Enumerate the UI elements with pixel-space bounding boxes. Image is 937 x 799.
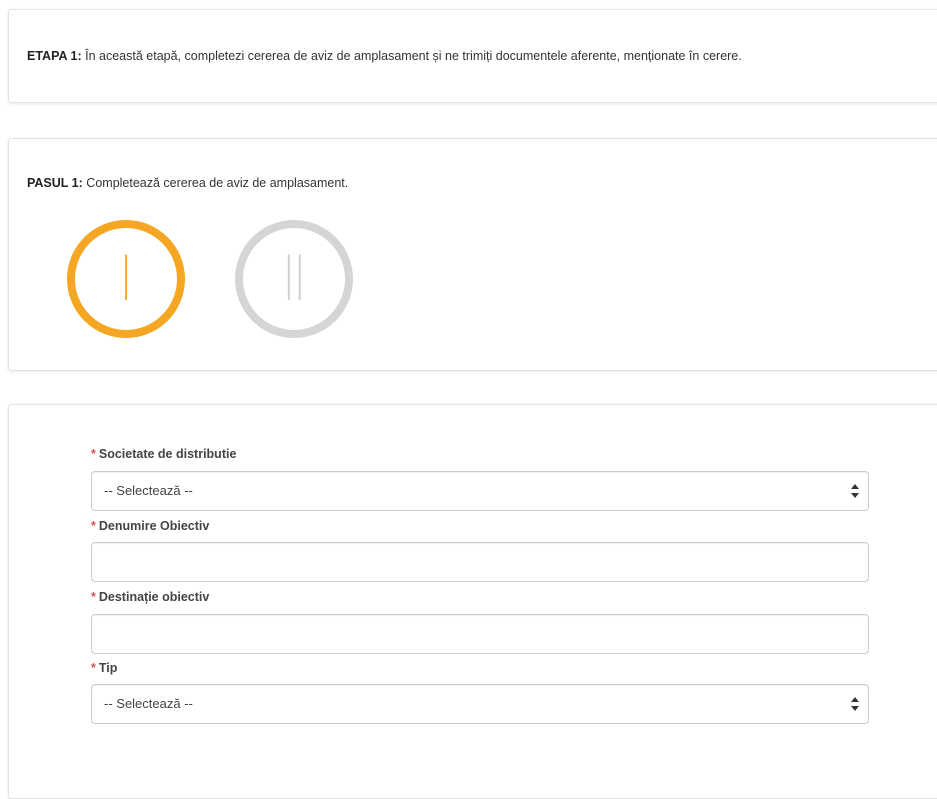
- required-mark: *: [91, 447, 96, 461]
- step-two-indicator[interactable]: II: [235, 220, 353, 338]
- pasul-panel: PASUL 1: Completează cererea de aviz de …: [8, 138, 937, 371]
- step-one-numeral: I: [120, 242, 132, 315]
- denumire-label: * Denumire Obiectiv: [91, 519, 210, 533]
- tip-label: * Tip: [91, 661, 118, 675]
- required-mark: *: [91, 519, 96, 533]
- pasul-description: PASUL 1: Completează cererea de aviz de …: [27, 174, 927, 192]
- select-arrows-icon: [851, 484, 859, 498]
- step-two-numeral: II: [283, 242, 305, 315]
- denumire-input[interactable]: [92, 543, 868, 581]
- required-mark: *: [91, 661, 96, 675]
- etapa-label: ETAPA 1:: [27, 49, 82, 63]
- select-arrows-icon: [851, 697, 859, 711]
- tip-select[interactable]: -- Selectează --: [91, 684, 869, 724]
- etapa-description: ETAPA 1: În această etapă, completezi ce…: [27, 47, 927, 65]
- denumire-field[interactable]: [91, 542, 869, 582]
- societate-select[interactable]: -- Selectează --: [91, 471, 869, 511]
- etapa-panel: ETAPA 1: În această etapă, completezi ce…: [8, 9, 937, 103]
- societate-label: * Societate de distributie: [91, 447, 237, 461]
- destinatie-label: * Destinație obiectiv: [91, 590, 210, 604]
- destinatie-field[interactable]: [91, 614, 869, 654]
- required-mark: *: [91, 590, 96, 604]
- pasul-text: Completează cererea de aviz de amplasame…: [86, 176, 349, 190]
- societate-select-value: -- Selectează --: [104, 483, 193, 498]
- step-one-indicator[interactable]: I: [67, 220, 185, 338]
- etapa-text: În această etapă, completezi cererea de …: [85, 49, 742, 63]
- tip-select-value: -- Selectează --: [104, 696, 193, 711]
- pasul-label: PASUL 1:: [27, 176, 83, 190]
- destinatie-input[interactable]: [92, 615, 868, 653]
- form-panel: * Societate de distributie -- Selectează …: [8, 404, 937, 799]
